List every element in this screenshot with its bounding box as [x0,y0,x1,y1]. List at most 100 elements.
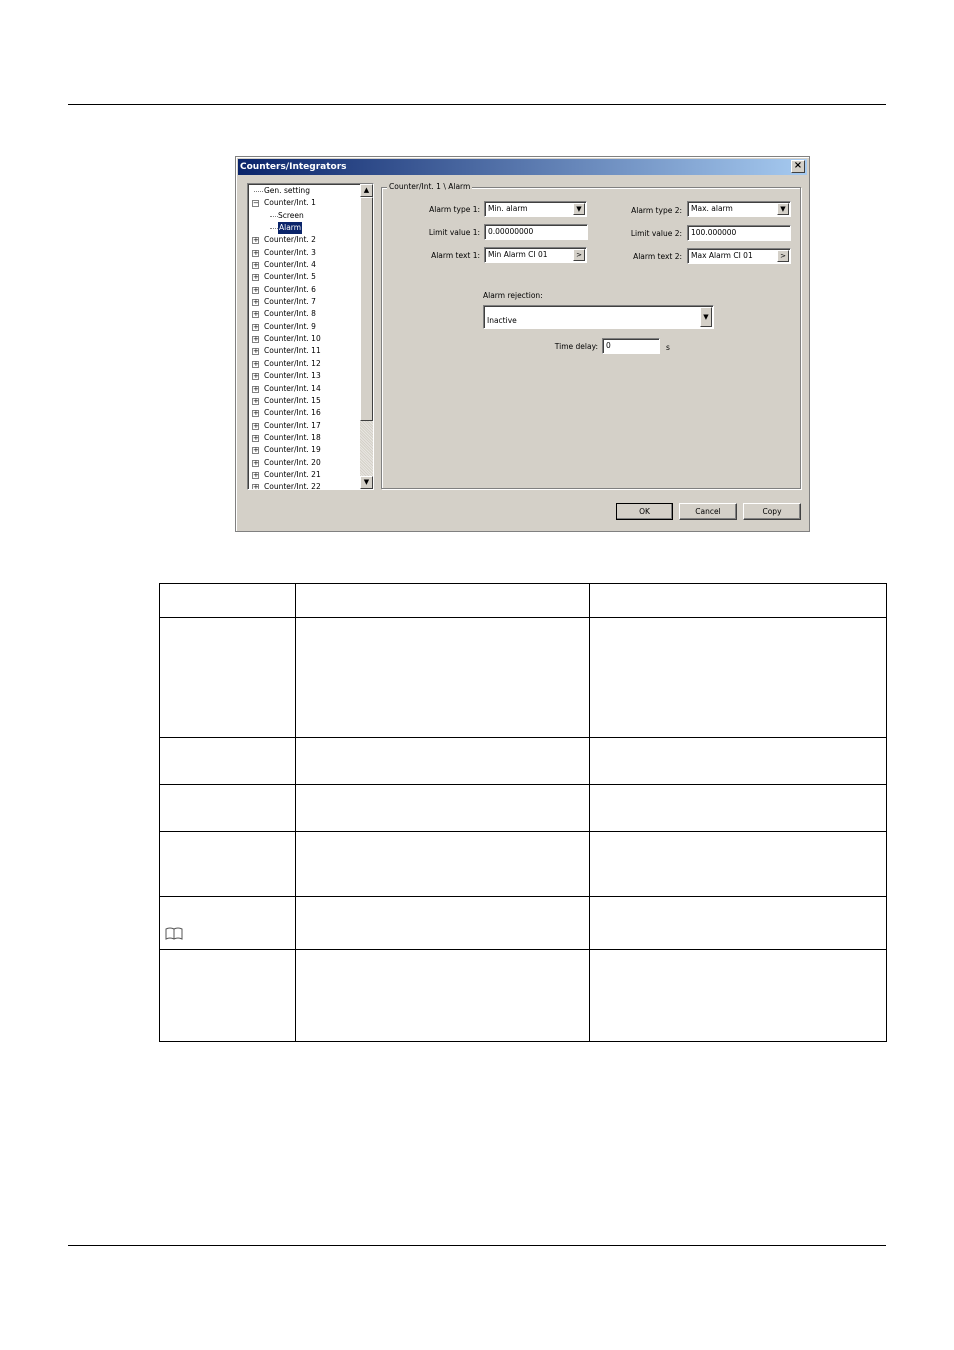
tree-item-label: Counter/Int. 1 [264,198,316,208]
expand-icon[interactable]: + [252,286,259,294]
table-cell [589,737,887,785]
expand-icon[interactable]: + [252,274,259,282]
expand-icon[interactable]: + [252,459,259,467]
tree-item-counter[interactable]: + Counter/Int. 4 [250,259,358,271]
scroll-down-icon[interactable]: ▼ [360,476,373,489]
dialog-title: Counters/Integrators [240,162,347,172]
table-row [159,896,887,950]
tree-item-gen-setting[interactable]: Gen. setting [250,185,358,197]
tree-item-label: Counter/Int. 6 [264,284,316,294]
expand-icon[interactable]: + [252,422,259,430]
browse-text-2-button[interactable]: > [777,250,789,262]
tree-item-counter[interactable]: + Counter/Int. 2 [250,234,358,246]
tree-item-label: Counter/Int. 20 [264,457,321,467]
tree-item-counter[interactable]: + Counter/Int. 21 [250,469,358,481]
time-delay-label: Time delay: [554,342,598,351]
tree-item-label: Counter/Int. 15 [264,395,321,405]
tree-item-label: Counter/Int. 21 [264,469,321,479]
expand-icon[interactable]: + [252,348,259,356]
tree-item-label: Counter/Int. 4 [264,260,316,270]
tree-connector [270,215,278,217]
chevron-right-icon: > [576,251,582,259]
tree-item-counter[interactable]: + Counter/Int. 17 [250,420,358,432]
tree-list: Gen. setting − Counter/Int. 1 Screen Ala… [250,185,358,489]
copy-button[interactable]: Copy [743,503,801,520]
tree-item-label: Gen. setting [264,186,310,195]
tree-item-counter[interactable]: + Counter/Int. 14 [250,383,358,395]
expand-icon[interactable]: + [252,447,259,455]
tree-item-counter[interactable]: + Counter/Int. 3 [250,247,358,259]
alarm-text-1-input[interactable]: Min Alarm CI 01 > [484,247,587,263]
expand-icon[interactable]: + [252,385,259,393]
table-cell [589,949,887,1042]
tree-scrollbar[interactable]: ▲ ▼ [360,184,373,489]
tree-item-counter[interactable]: + Counter/Int. 22 [250,481,358,489]
expand-icon[interactable]: + [252,434,259,442]
expand-icon[interactable]: + [252,323,259,331]
collapse-icon[interactable]: − [252,200,259,208]
expand-icon[interactable]: + [252,471,259,479]
tree-item-counter[interactable]: + Counter/Int. 9 [250,321,358,333]
tree-item-screen[interactable]: Screen [250,210,358,222]
limit-value-2-input[interactable]: 100.000000 [687,225,791,241]
expand-icon[interactable]: + [252,249,259,257]
table-cell [294,831,591,897]
tree-item-counter[interactable]: + Counter/Int. 10 [250,333,358,345]
chevron-down-icon[interactable]: ▼ [573,203,585,215]
expand-icon[interactable]: + [252,360,259,368]
tree-item-counter-1[interactable]: − Counter/Int. 1 [250,197,358,209]
alarm-type-2-select[interactable]: Max. alarm ▼ [687,201,791,217]
expand-icon[interactable]: + [252,484,259,489]
tree-item-label: Counter/Int. 14 [264,383,321,393]
scroll-up-icon[interactable]: ▲ [360,184,373,197]
chevron-down-icon[interactable]: ▼ [700,307,712,327]
tree-item-counter[interactable]: + Counter/Int. 18 [250,432,358,444]
tree-item-counter[interactable]: + Counter/Int. 13 [250,370,358,382]
tree-item-label: Counter/Int. 16 [264,408,321,418]
table-row [159,831,887,897]
table-cell [159,949,296,1042]
alarm-rejection-select[interactable]: Inactive ▼ [483,305,714,329]
expand-icon[interactable]: + [252,397,259,405]
tree-item-counter[interactable]: + Counter/Int. 19 [250,444,358,456]
alarm-text-2-input[interactable]: Max Alarm CI 01 > [687,248,791,264]
table-row [159,617,887,738]
chevron-down-icon[interactable]: ▼ [777,203,789,215]
limit-value-2-label: Limit value 2: [630,229,682,238]
browse-text-1-button[interactable]: > [573,249,585,261]
cancel-button[interactable]: Cancel [679,503,737,520]
tree-item-counter[interactable]: + Counter/Int. 6 [250,284,358,296]
tree-item-counter[interactable]: + Counter/Int. 8 [250,308,358,320]
expand-icon[interactable]: + [252,336,259,344]
header-rule [68,104,886,105]
table-cell [294,617,591,738]
expand-icon[interactable]: + [252,237,259,245]
close-button[interactable]: × [791,160,805,173]
tree-item-counter[interactable]: + Counter/Int. 16 [250,407,358,419]
expand-icon[interactable]: + [252,410,259,418]
tree-item-counter[interactable]: + Counter/Int. 11 [250,345,358,357]
table-cell [159,617,296,738]
tree-item-label-selected: Alarm [278,222,303,235]
time-delay-input[interactable]: 0 [602,338,660,354]
tree-item-counter[interactable]: + Counter/Int. 7 [250,296,358,308]
expand-icon[interactable]: + [252,299,259,307]
limit-value-1-input[interactable]: 0.00000000 [484,224,588,240]
tree-item-label: Counter/Int. 9 [264,321,316,331]
alarm-type-1-select[interactable]: Min. alarm ▼ [484,201,587,217]
tree-item-counter[interactable]: + Counter/Int. 15 [250,395,358,407]
alarm-rejection-value: Inactive [487,316,517,325]
tree-item-counter[interactable]: + Counter/Int. 12 [250,358,358,370]
table-cell [294,583,591,618]
counters-integrators-dialog: Counters/Integrators × Gen. setting − Co… [235,156,810,532]
expand-icon[interactable]: + [252,373,259,381]
tree-item-counter[interactable]: + Counter/Int. 5 [250,271,358,283]
tree-item-alarm[interactable]: Alarm [250,222,358,235]
tree-item-counter[interactable]: + Counter/Int. 20 [250,457,358,469]
scroll-thumb[interactable] [360,197,373,421]
footer-rule [68,1245,886,1246]
expand-icon[interactable]: + [252,311,259,319]
table-row [159,949,887,1042]
ok-button[interactable]: OK [616,503,673,520]
expand-icon[interactable]: + [252,262,259,270]
